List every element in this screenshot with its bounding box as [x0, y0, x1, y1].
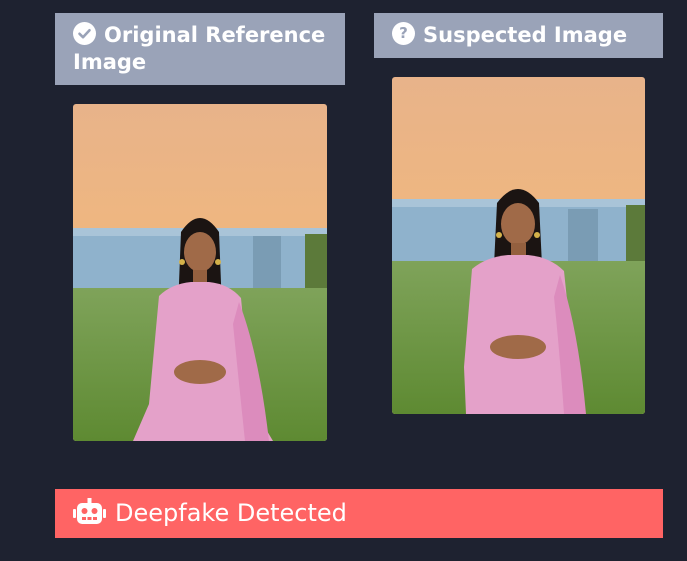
robot-icon [73, 494, 106, 543]
reference-image-header: Original Reference Image [55, 13, 345, 85]
suspected-image [392, 77, 645, 414]
deepfake-result-label: Deepfake Detected [115, 499, 347, 527]
deepfake-result-banner: Deepfake Detected [55, 489, 663, 538]
question-circle-icon: ? [392, 22, 415, 45]
suspected-image-title: Suspected Image [423, 23, 628, 47]
reference-image-title: Original Reference Image [73, 23, 326, 74]
suspected-image-header: ? Suspected Image [374, 13, 663, 58]
check-circle-icon [73, 22, 96, 45]
reference-image [73, 104, 327, 441]
